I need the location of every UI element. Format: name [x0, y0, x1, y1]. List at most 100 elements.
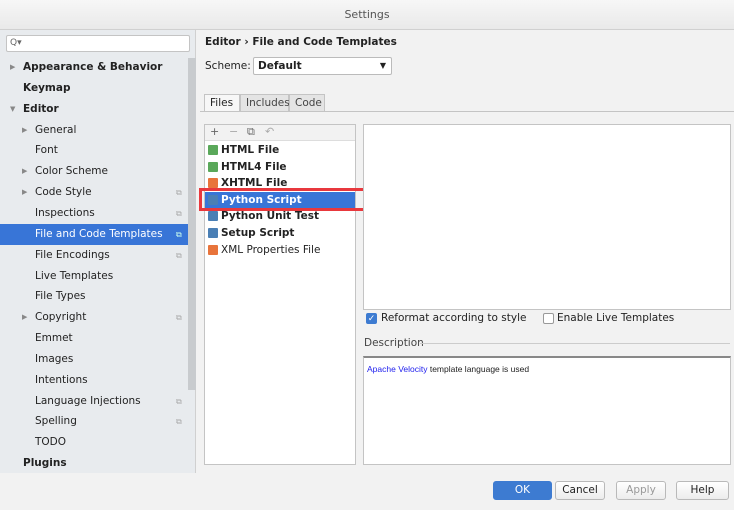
sidebar-item-label: Plugins	[23, 457, 67, 470]
tab-label: Code	[295, 97, 322, 109]
template-editor[interactable]	[363, 124, 731, 310]
sidebar-item-keymap[interactable]: Keymap	[0, 78, 188, 99]
sidebar-item-label: Font	[35, 144, 58, 157]
project-scope-icon: ⧉	[176, 250, 182, 260]
chevron-right-icon[interactable]: ▶	[22, 120, 27, 141]
sidebar-item-label: Intentions	[35, 373, 88, 386]
python-icon	[208, 228, 218, 238]
search-input[interactable]: Q▾	[6, 35, 190, 52]
reformat-label: Reformat according to style	[381, 312, 527, 324]
template-label: HTML4 File	[221, 160, 287, 173]
tab-label: Files	[210, 97, 234, 109]
sidebar-item-spelling[interactable]: Spelling ⧉	[0, 411, 188, 432]
sidebar-item-label: TODO	[35, 436, 67, 449]
sidebar-item-appearance-behavior[interactable]: ▶ Appearance & Behavior	[0, 57, 188, 78]
xhtml-file-icon	[208, 178, 218, 189]
reformat-checkbox[interactable]: ✓	[366, 313, 377, 324]
sidebar-item-label: Keymap	[23, 81, 71, 94]
ok-button[interactable]: OK	[493, 481, 552, 500]
project-scope-icon: ⧉	[176, 188, 182, 198]
tab-label: Includes	[246, 97, 290, 109]
description-text: Apache Velocity template language is use…	[367, 364, 529, 374]
html-file-icon	[208, 161, 218, 172]
html-file-icon	[208, 145, 218, 155]
window-title: Settings	[344, 8, 390, 21]
live-templates-label: Enable Live Templates	[557, 312, 675, 324]
sidebar-item-label: File Types	[35, 290, 86, 303]
project-scope-icon: ⧉	[176, 417, 182, 427]
remove-icon[interactable]: −	[229, 125, 238, 138]
sidebar-item-label: Inspections	[35, 206, 95, 219]
sidebar-item-plugins[interactable]: Plugins	[0, 453, 188, 474]
tab-code[interactable]: Code	[289, 94, 325, 112]
chevron-down-icon[interactable]: ▼	[10, 99, 15, 120]
sidebar-item-label: Emmet	[35, 332, 73, 345]
title-bar: Settings	[0, 0, 734, 30]
velocity-link[interactable]: Apache Velocity	[367, 364, 427, 374]
apply-button[interactable]: Apply	[616, 481, 666, 500]
sidebar-item-inspections[interactable]: Inspections ⧉	[0, 203, 188, 224]
sidebar-item-live-templates[interactable]: Live Templates	[0, 266, 188, 287]
breadcrumb: Editor › File and Code Templates	[205, 36, 397, 48]
sidebar-item-label: File and Code Templates	[35, 227, 163, 240]
add-icon[interactable]: +	[210, 125, 219, 138]
tab-includes[interactable]: Includes	[240, 94, 290, 112]
sidebar-item-label: Color Scheme	[35, 165, 108, 178]
template-item[interactable]: HTML4 File	[205, 159, 355, 175]
template-label: XML Properties File	[221, 243, 321, 256]
cancel-button[interactable]: Cancel	[555, 481, 605, 500]
chevron-right-icon[interactable]: ▶	[22, 182, 27, 203]
sidebar-item-label: Code Style	[35, 186, 92, 199]
template-item[interactable]: XML Properties File	[205, 242, 355, 258]
sidebar-item-file-and-code-templates[interactable]: File and Code Templates ⧉	[0, 223, 188, 245]
chevron-right-icon[interactable]: ▶	[10, 57, 15, 78]
sidebar-item-label: General	[35, 123, 77, 136]
sidebar-item-file-encodings[interactable]: File Encodings ⧉	[0, 245, 188, 266]
sidebar-item-todo[interactable]: TODO	[0, 432, 188, 453]
copy-icon[interactable]: ⧉	[247, 125, 255, 139]
template-label: Setup Script	[221, 227, 295, 239]
sidebar-item-label: Editor	[23, 102, 59, 115]
sidebar-item-editor[interactable]: ▼ Editor	[0, 99, 188, 120]
sidebar-item-font[interactable]: Font	[0, 140, 188, 161]
project-scope-icon: ⧉	[176, 313, 182, 323]
help-button[interactable]: Help	[676, 481, 729, 500]
sidebar-item-label: Language Injections	[35, 394, 141, 407]
chevron-down-icon: ▼	[379, 61, 386, 70]
sidebar-item-file-types[interactable]: File Types	[0, 286, 188, 307]
scheme-value: Default	[258, 60, 302, 72]
project-scope-icon: ⧉	[176, 396, 182, 406]
list-toolbar: + − ⧉ ↶	[205, 125, 355, 141]
sidebar-item-images[interactable]: Images	[0, 349, 188, 370]
project-scope-icon: ⧉	[176, 229, 182, 239]
sidebar-item-label: Images	[35, 352, 74, 365]
sidebar-item-label: Appearance & Behavior	[23, 61, 163, 73]
search-icon: Q▾	[10, 38, 22, 48]
template-item[interactable]: HTML File	[205, 142, 355, 158]
sidebar-item-copyright[interactable]: ▶ Copyright ⧉	[0, 307, 188, 328]
sidebar-item-emmet[interactable]: Emmet	[0, 328, 188, 349]
divider	[200, 111, 734, 112]
live-templates-checkbox[interactable]	[543, 313, 554, 324]
sidebar-item-label: Spelling	[35, 415, 77, 428]
divider	[420, 343, 730, 344]
project-scope-icon: ⧉	[176, 208, 182, 218]
sidebar-item-general[interactable]: ▶ General	[0, 120, 188, 141]
highlight-box	[199, 188, 370, 211]
sidebar-item-code-style[interactable]: ▶ Code Style ⧉	[0, 182, 188, 203]
sidebar-item-label: Live Templates	[35, 269, 114, 282]
reset-icon[interactable]: ↶	[265, 125, 274, 138]
sidebar-scrollbar[interactable]	[188, 58, 196, 390]
scheme-select[interactable]: Default ▼	[253, 57, 392, 75]
sidebar-item-intentions[interactable]: Intentions	[0, 370, 188, 391]
chevron-right-icon[interactable]: ▶	[22, 161, 27, 182]
tab-files[interactable]: Files	[204, 94, 240, 112]
chevron-right-icon[interactable]: ▶	[22, 307, 27, 328]
xml-file-icon	[208, 244, 218, 255]
template-item[interactable]: Setup Script	[205, 225, 355, 241]
sidebar-item-color-scheme[interactable]: ▶ Color Scheme	[0, 161, 188, 182]
python-icon	[208, 211, 218, 222]
description-label: Description	[364, 337, 424, 349]
sidebar-item-language-injections[interactable]: Language Injections ⧉	[0, 391, 188, 412]
scheme-label: Scheme:	[205, 60, 251, 72]
